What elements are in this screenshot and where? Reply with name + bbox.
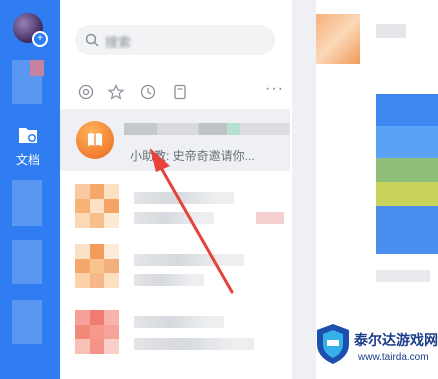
chat-name-blurred — [124, 123, 290, 135]
chat-preview-blurred — [134, 274, 204, 286]
group-avatar — [75, 310, 119, 354]
group-avatar — [75, 184, 119, 228]
at-icon[interactable] — [78, 84, 94, 100]
nav-item-blurred[interactable] — [12, 240, 42, 284]
add-status-icon[interactable]: + — [32, 31, 48, 47]
watermark-title: 泰尔达游戏网 — [354, 332, 438, 348]
search-icon — [85, 33, 99, 47]
nav-item-blurred[interactable] — [12, 180, 42, 226]
file-icon[interactable] — [172, 84, 188, 100]
chat-name-blurred — [134, 316, 224, 328]
chat-item[interactable] — [60, 300, 290, 362]
chat-item[interactable] — [60, 176, 290, 238]
watermark-url: www.tairda.com — [358, 352, 429, 363]
site-watermark: 泰尔达游戏网 www.tairda.com — [314, 316, 438, 379]
panel-divider — [292, 0, 316, 379]
more-icon[interactable]: ··· — [265, 80, 284, 98]
chat-list-panel: 搜索 ··· 小助教: 史帝奇邀请你... — [60, 0, 350, 379]
search-placeholder: 搜索 — [105, 35, 132, 50]
star-icon[interactable] — [108, 84, 124, 100]
chat-name-blurred — [134, 192, 234, 204]
docs-label[interactable]: 文档 — [0, 151, 56, 168]
assistant-avatar — [76, 121, 114, 159]
chat-preview: 小助教: 史帝奇邀请你... — [130, 149, 255, 163]
blurred-avatar — [316, 14, 360, 64]
group-avatar — [75, 244, 119, 288]
blurred-content — [376, 270, 430, 282]
unread-badge-blurred — [256, 212, 284, 224]
book-icon — [88, 133, 102, 146]
nav-rail: + 文档 — [0, 0, 60, 379]
docs-icon[interactable] — [17, 125, 39, 145]
chat-item[interactable] — [60, 236, 290, 298]
chat-preview-blurred — [134, 338, 254, 350]
chat-name-blurred — [134, 254, 244, 266]
search-input[interactable]: 搜索 — [75, 25, 275, 55]
clock-icon[interactable] — [140, 84, 156, 100]
nav-item-badge — [30, 60, 44, 76]
chat-preview-blurred — [134, 212, 214, 224]
chat-item-assistant[interactable]: 小助教: 史帝奇邀请你... — [60, 109, 290, 171]
shield-logo-icon — [317, 324, 349, 364]
blurred-content — [376, 24, 406, 38]
nav-item-blurred[interactable] — [12, 300, 42, 344]
blurred-content — [376, 94, 438, 254]
